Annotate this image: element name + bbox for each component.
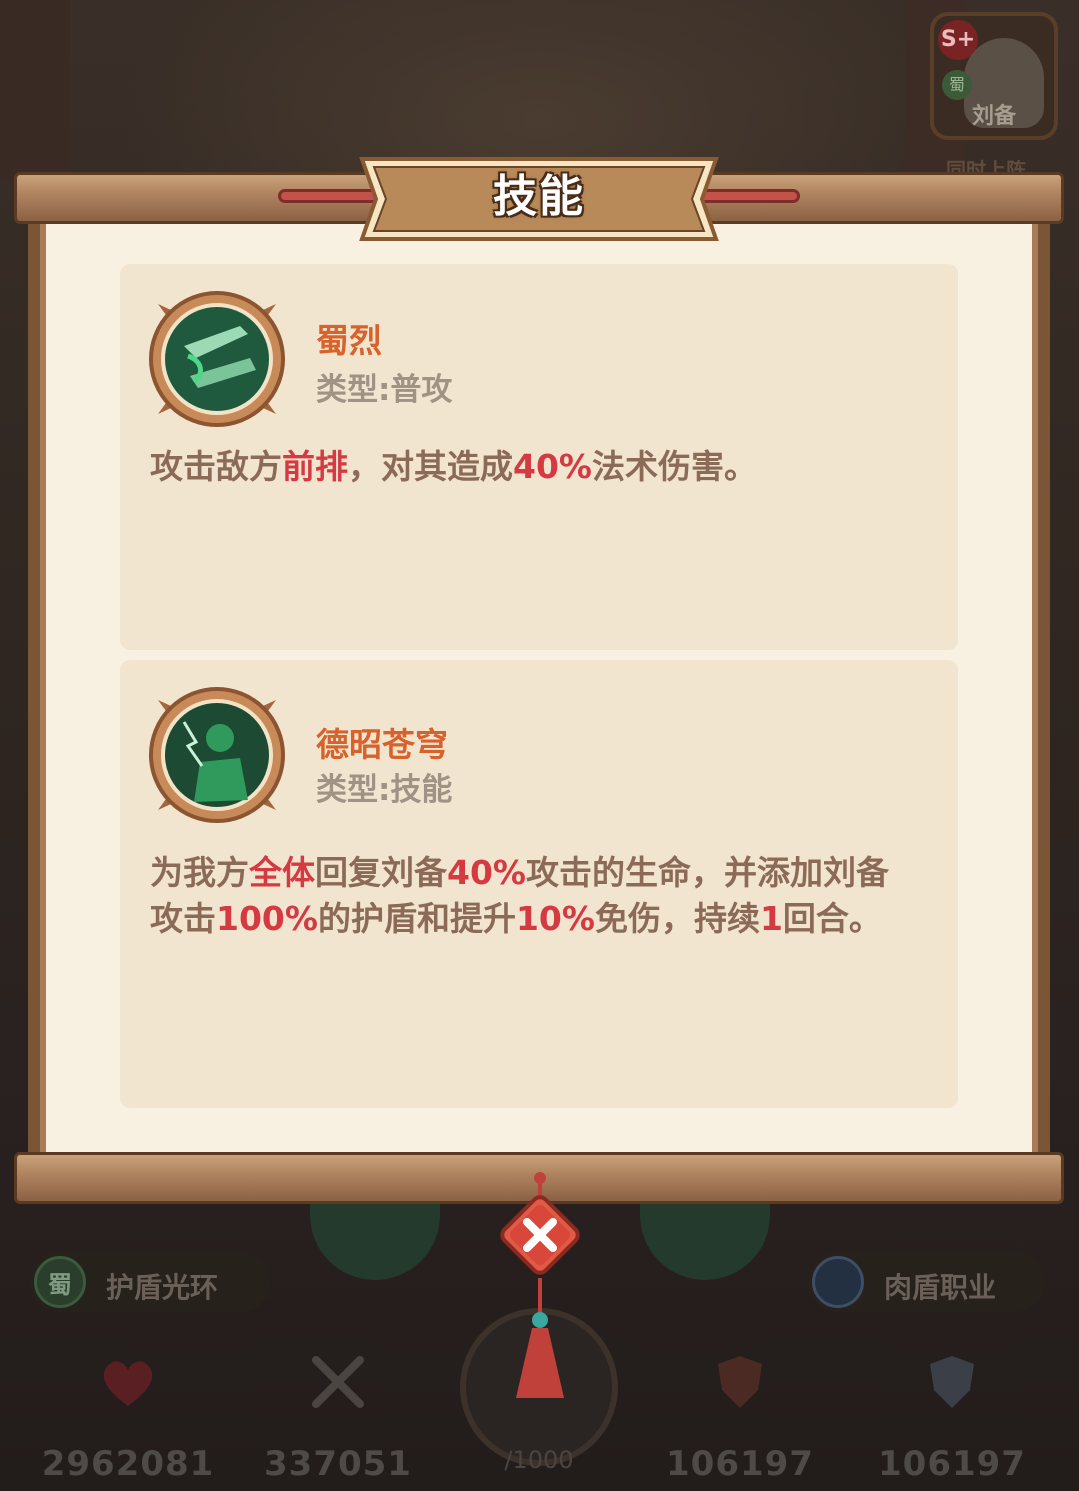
tank-class-icon [812,1256,864,1308]
hero-name: 刘备 [972,104,1017,129]
stat-value: 106197 [878,1444,1026,1484]
grade-badge: S+ [938,20,978,60]
close-x-icon [500,1195,580,1275]
stat-magic-resist: 106197 [852,1350,1052,1484]
armor-shield-icon [718,1356,762,1408]
stat-hp: 2962081 [28,1350,228,1484]
trait-label: 护盾光环 [106,1271,219,1304]
heart-icon [103,1361,153,1406]
desc-segment: 为我方 [150,853,249,892]
desc-highlight: 40% [513,447,592,486]
desc-highlight: 40% [447,853,526,892]
green-warrior-icon [149,687,285,823]
desc-segment: 的护盾和提升 [317,899,516,938]
modal-title: 技能 [493,171,585,222]
desc-highlight: 全体 [249,853,315,892]
trait-tank-class: 肉盾职业 [808,1252,1044,1312]
desc-segment: 免伤，持续 [594,899,760,938]
stat-value: 337051 [264,1444,412,1484]
skill-card: 德昭苍穹 类型:技能 为我方全体回复刘备40%攻击的生命，并添加刘备攻击100%… [120,660,958,1108]
desc-highlight: 10% [515,899,595,938]
skill-name: 蜀烈 [316,321,382,360]
skill-type: 类型:技能 [316,772,453,808]
level-cap: /1000 [504,1446,574,1474]
trait-label: 肉盾职业 [884,1271,997,1304]
hero-portrait-card: S+ 蜀 刘备 [930,12,1058,140]
desc-segment: 回复刘备 [315,853,447,892]
skill-type: 类型:普攻 [316,372,453,408]
title-plaque: 技能 [352,157,726,243]
faction-shu-icon: 蜀 [34,1256,86,1308]
faction-badge: 蜀 [942,70,972,100]
desc-segment: 攻击敌方 [150,447,282,486]
magic-shield-icon [930,1356,974,1408]
stat-attack: 337051 [238,1350,438,1484]
crossed-swords-icon [312,1356,364,1408]
desc-highlight: 1 [759,899,783,938]
stat-value: 2962081 [41,1444,215,1484]
stat-armor: 106197 [640,1350,840,1484]
close-button[interactable] [495,1190,585,1280]
close-control [480,1170,600,1420]
skill-name: 德昭苍穹 [316,725,448,764]
jade-blade-icon [149,291,285,427]
skill-description: 攻击敌方前排，对其造成40%法术伤害。 [150,444,910,490]
skill-description: 为我方全体回复刘备40%攻击的生命，并添加刘备攻击100%的护盾和提升10%免伤… [150,850,910,942]
desc-highlight: 前排 [282,447,348,486]
stat-value: 106197 [666,1444,814,1484]
desc-segment: ，对其造成 [348,447,513,486]
background-pillar-left [0,0,70,180]
desc-segment: 法术伤害。 [592,447,757,486]
desc-segment: 回合。 [782,899,882,938]
desc-highlight: 100% [216,899,318,938]
trait-shield-aura: 蜀 护盾光环 [30,1252,270,1312]
skill-card: 蜀烈 类型:普攻 攻击敌方前排，对其造成40%法术伤害。 [120,264,958,650]
